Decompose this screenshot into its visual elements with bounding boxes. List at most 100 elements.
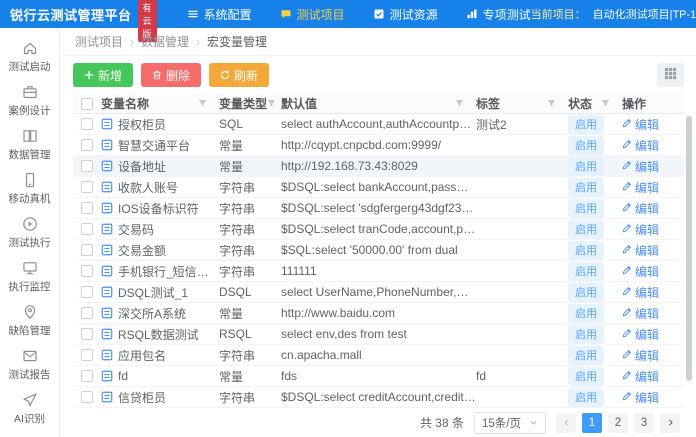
scrollbar-thumb[interactable] (686, 116, 692, 381)
status-badge[interactable]: 启用 (568, 157, 604, 176)
variable-name[interactable]: DSQL测试_1 (118, 284, 188, 301)
row-checkbox[interactable] (81, 181, 93, 193)
status-badge[interactable]: 启用 (568, 115, 604, 134)
page-number-button[interactable]: 1 (582, 413, 602, 433)
top-nav-item[interactable]: 测试项目 (280, 6, 345, 23)
status-badge[interactable]: 启用 (568, 241, 604, 260)
page-number-button[interactable]: 2 (608, 413, 628, 433)
status-badge[interactable]: 启用 (568, 367, 604, 386)
left-sidebar: 测试启动 案例设计 数据管理 移动真机 测试执行 执行监控 缺陷管理 测试报告 … (0, 28, 60, 437)
variable-name[interactable]: 交易码 (118, 221, 154, 238)
prev-page-button[interactable] (556, 413, 576, 433)
row-checkbox[interactable] (81, 244, 93, 256)
row-checkbox[interactable] (81, 391, 93, 403)
row-checkbox[interactable] (81, 349, 93, 361)
add-button[interactable]: 新增 (73, 63, 133, 87)
row-checkbox[interactable] (81, 160, 93, 172)
row-checkbox[interactable] (81, 223, 93, 235)
sidebar-item-label: 移动真机 (9, 191, 51, 206)
sidebar-item-label: 测试执行 (9, 235, 51, 250)
row-checkbox[interactable] (81, 286, 93, 298)
sidebar-item[interactable]: 测试执行 (0, 215, 59, 250)
status-badge[interactable]: 启用 (568, 178, 604, 197)
row-checkbox[interactable] (81, 307, 93, 319)
variable-name[interactable]: 设备地址 (118, 158, 166, 175)
sidebar-item[interactable]: 执行监控 (0, 259, 59, 294)
variable-name[interactable]: RSQL数据测试 (118, 326, 199, 343)
variable-name[interactable]: fd (118, 369, 128, 383)
variable-default-value: select UserName,PhoneNumber,PassWord fro… (281, 285, 476, 299)
edit-button[interactable]: 编辑 (622, 200, 659, 217)
row-checkbox[interactable] (81, 265, 93, 277)
edit-button[interactable]: 编辑 (622, 116, 659, 133)
edit-button[interactable]: 编辑 (622, 326, 659, 343)
variable-default-value: select env,des from test (281, 327, 407, 341)
variable-name[interactable]: 应用包名 (118, 347, 166, 364)
edit-button[interactable]: 编辑 (622, 347, 659, 364)
variable-name[interactable]: 信贷柜员 (118, 389, 166, 406)
sidebar-item[interactable]: 移动真机 (0, 171, 59, 206)
variable-name[interactable]: 交易金额 (118, 242, 166, 259)
edit-button[interactable]: 编辑 (622, 158, 659, 175)
chat-icon (280, 8, 292, 20)
top-nav-item[interactable]: 专项测试 (466, 6, 531, 23)
status-badge[interactable]: 启用 (568, 220, 604, 239)
page-number-button[interactable]: 3 (634, 413, 654, 433)
filter-icon[interactable] (601, 99, 610, 108)
refresh-button[interactable]: 刷新 (209, 63, 269, 87)
edit-button[interactable]: 编辑 (622, 242, 659, 259)
column-settings-button[interactable] (657, 63, 684, 87)
status-badge[interactable]: 启用 (568, 199, 604, 218)
status-badge[interactable]: 启用 (568, 346, 604, 365)
variable-name[interactable]: 深交所A系统 (118, 305, 186, 322)
sidebar-item[interactable]: AI识别 (0, 391, 59, 426)
edit-button[interactable]: 编辑 (622, 179, 659, 196)
sidebar-item[interactable]: 测试报告 (0, 347, 59, 382)
filter-icon[interactable] (198, 99, 207, 108)
row-checkbox[interactable] (81, 118, 93, 130)
plus-icon (84, 70, 94, 80)
delete-button[interactable]: 删除 (141, 63, 201, 87)
variable-name[interactable]: 手机银行_短信验证码 (118, 263, 219, 280)
status-badge[interactable]: 启用 (568, 388, 604, 407)
breadcrumb-item[interactable]: 测试项目 (75, 33, 123, 50)
variable-name[interactable]: 授权柜员 (118, 116, 166, 133)
status-badge[interactable]: 启用 (568, 262, 604, 281)
filter-icon[interactable] (455, 99, 464, 108)
edit-button[interactable]: 编辑 (622, 305, 659, 322)
page-size-select[interactable]: 15条/页 (474, 412, 546, 434)
filter-icon[interactable] (267, 99, 276, 108)
edit-button[interactable]: 编辑 (622, 389, 659, 406)
variable-type: 字符串 (219, 389, 255, 406)
edit-button[interactable]: 编辑 (622, 137, 659, 154)
sidebar-item-label: 数据管理 (9, 147, 51, 162)
variable-name[interactable]: IOS设备标识符 (118, 200, 199, 217)
edit-button[interactable]: 编辑 (622, 284, 659, 301)
variable-name[interactable]: 收款人账号 (118, 179, 178, 196)
breadcrumb-item[interactable]: 数据管理 (141, 33, 189, 50)
row-checkbox[interactable] (81, 370, 93, 382)
top-nav-item-label: 专项测试 (483, 6, 531, 23)
status-badge[interactable]: 启用 (568, 304, 604, 323)
status-badge[interactable]: 启用 (568, 136, 604, 155)
row-checkbox[interactable] (81, 139, 93, 151)
select-all-checkbox[interactable] (81, 98, 93, 110)
edit-button[interactable]: 编辑 (622, 368, 659, 385)
status-badge[interactable]: 启用 (568, 283, 604, 302)
edit-button[interactable]: 编辑 (622, 263, 659, 280)
edit-button[interactable]: 编辑 (622, 221, 659, 238)
edit-pencil-icon (622, 264, 632, 278)
sidebar-item[interactable]: 缺陷管理 (0, 303, 59, 338)
top-nav-item[interactable]: 测试资源 (373, 6, 438, 23)
sidebar-item[interactable]: 案例设计 (0, 83, 59, 118)
sidebar-item[interactable]: 数据管理 (0, 127, 59, 162)
current-project-value[interactable]: 自动化测试项目|TP-1904- (593, 6, 696, 22)
top-nav-item[interactable]: 系统配置 (187, 6, 252, 23)
row-checkbox[interactable] (81, 328, 93, 340)
filter-icon[interactable] (547, 99, 556, 108)
variable-name[interactable]: 智慧交通平台 (118, 137, 190, 154)
status-badge[interactable]: 启用 (568, 325, 604, 344)
row-checkbox[interactable] (81, 202, 93, 214)
next-page-button[interactable] (660, 413, 680, 433)
sidebar-item[interactable]: 测试启动 (0, 39, 59, 74)
